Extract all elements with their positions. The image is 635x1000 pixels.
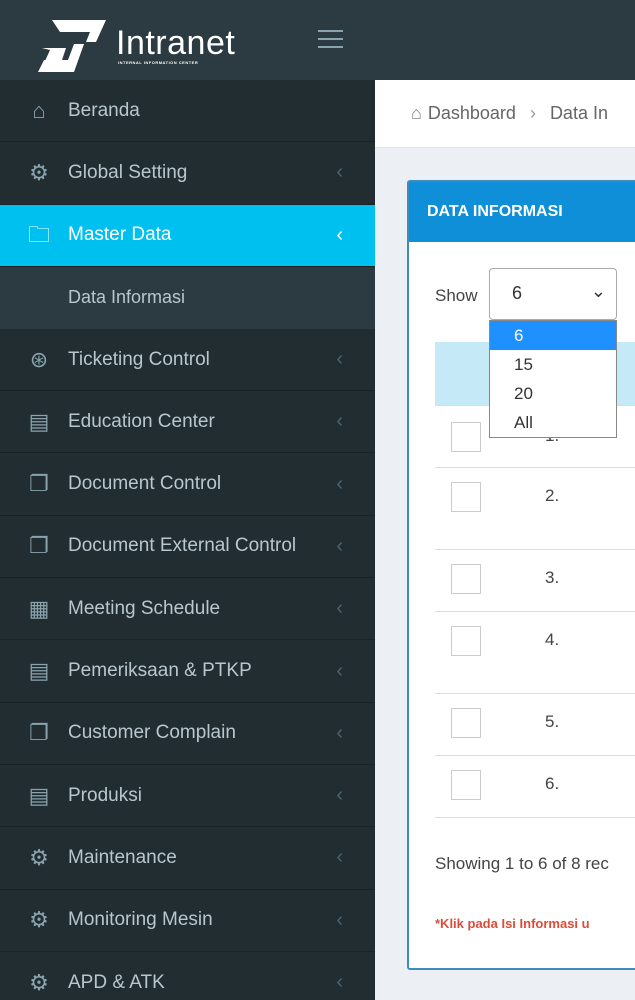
page-size-option-20[interactable]: 20 xyxy=(490,379,616,408)
sidebar-item-label: Maintenance xyxy=(68,846,177,868)
sidebar-item-label: Beranda xyxy=(68,99,140,121)
row-checkbox[interactable] xyxy=(451,770,481,800)
sidebar-item-ticketing-control[interactable]: ⊛ Ticketing Control ‹ xyxy=(0,329,375,392)
page-size-options: 6 15 20 All xyxy=(489,320,617,438)
sidebar-item-pemeriksaan-ptkp[interactable]: ▤ Pemeriksaan & PTKP ‹ xyxy=(0,640,375,703)
book-icon: ▤ xyxy=(28,408,50,434)
logo-mark-icon xyxy=(38,20,106,72)
table-row[interactable]: 2. xyxy=(435,468,635,550)
row-checkbox[interactable] xyxy=(451,422,481,452)
sidebar-item-label: Global Setting xyxy=(68,161,188,183)
sidebar-item-produksi[interactable]: ▤ Produksi ‹ xyxy=(0,765,375,828)
gear-icon: ⚙ xyxy=(29,907,49,933)
main-content: ⌂ Dashboard › Data In DATA INFORMASI Sho… xyxy=(375,80,635,1000)
sidebar-item-document-control[interactable]: ❐ Document Control ‹ xyxy=(0,453,375,516)
row-number: 2. xyxy=(545,486,560,505)
chevron-left-icon: ‹ xyxy=(336,908,343,931)
table-row[interactable]: 6. xyxy=(435,756,635,818)
row-number: 3. xyxy=(545,568,560,587)
table-row[interactable]: 5. xyxy=(435,694,635,756)
chevron-left-icon: ‹ xyxy=(336,472,343,495)
page-size-select[interactable]: 6 ⌄ xyxy=(489,268,617,320)
chevron-left-icon: ‹ xyxy=(336,721,343,744)
documents-icon: ❐ xyxy=(29,471,49,497)
sidebar-subitem-data-informasi[interactable]: Data Informasi xyxy=(0,266,375,329)
row-checkbox[interactable] xyxy=(451,708,481,738)
table-row[interactable]: 3. xyxy=(435,550,635,612)
box-title: DATA INFORMASI xyxy=(409,182,635,242)
sidebar-item-label: Pemeriksaan & PTKP xyxy=(68,660,252,682)
chevron-left-icon: ‹ xyxy=(336,659,343,682)
sidebar-item-label: Document External Control xyxy=(68,535,297,557)
table-row[interactable]: 4. xyxy=(435,612,635,694)
sidebar-item-monitoring-mesin[interactable]: ⚙ Monitoring Mesin ‹ xyxy=(0,890,375,952)
brand-tagline: INTERNAL INFORMATION CENTER xyxy=(118,60,199,65)
folder-icon: 🗀 xyxy=(27,222,50,248)
data-informasi-box: DATA INFORMASI Show 6 ⌄ 6 15 20 All 1. 2… xyxy=(407,180,635,970)
gear-icon: ⚙ xyxy=(29,844,49,870)
sidebar-item-meeting-schedule[interactable]: ▦ Meeting Schedule ‹ xyxy=(0,578,375,641)
sidebar-item-label: Produksi xyxy=(68,784,142,806)
documents-icon: ❐ xyxy=(29,533,49,559)
row-checkbox[interactable] xyxy=(451,482,481,512)
sidebar-item-education-center[interactable]: ▤ Education Center ‹ xyxy=(0,391,375,454)
breadcrumb-dashboard[interactable]: Dashboard xyxy=(428,103,516,124)
sidebar-item-label: Ticketing Control xyxy=(68,348,210,370)
sidebar-item-document-external-control[interactable]: ❐ Document External Control ‹ xyxy=(0,516,375,579)
chevron-left-icon: ‹ xyxy=(336,410,343,433)
chevron-left-icon: ‹ xyxy=(336,161,343,184)
sidebar-item-apd-atk[interactable]: ⚙ APD & ATK ‹ xyxy=(0,952,375,1000)
brand-name: Intranet xyxy=(116,24,236,62)
top-navbar: Intranet INTERNAL INFORMATION CENTER xyxy=(0,0,635,80)
chevron-down-icon: ⌄ xyxy=(590,281,606,301)
sidebar-item-label: Document Control xyxy=(68,473,222,495)
chevron-left-icon: ‹ xyxy=(336,784,343,807)
gear-icon: ⚙ xyxy=(29,159,49,185)
sidebar-item-maintenance[interactable]: ⚙ Maintenance ‹ xyxy=(0,827,375,890)
sidebar-item-label: Customer Complain xyxy=(68,722,236,744)
brand-logo[interactable]: Intranet INTERNAL INFORMATION CENTER xyxy=(38,20,268,72)
page-size-option-all[interactable]: All xyxy=(490,408,616,437)
chevron-left-icon: ‹ xyxy=(336,597,343,620)
sidebar: ⌂ Beranda ⚙ Global Setting ‹ 🗀 Master Da… xyxy=(0,80,375,1000)
row-checkbox[interactable] xyxy=(451,626,481,656)
breadcrumb: ⌂ Dashboard › Data In xyxy=(375,80,635,148)
row-number: 6. xyxy=(545,774,560,793)
sidebar-item-beranda[interactable]: ⌂ Beranda xyxy=(0,80,375,143)
sidebar-toggle-icon[interactable] xyxy=(318,30,343,50)
show-label: Show xyxy=(435,286,478,305)
sidebar-item-customer-complain[interactable]: ❐ Customer Complain ‹ xyxy=(0,703,375,765)
book-icon: ▤ xyxy=(28,782,50,808)
home-icon: ⌂ xyxy=(32,97,46,123)
table-info-text: Showing 1 to 6 of 8 rec xyxy=(435,854,609,873)
documents-icon: ❐ xyxy=(29,720,49,746)
page-size-option-15[interactable]: 15 xyxy=(490,350,616,379)
book-icon: ▤ xyxy=(28,658,50,684)
breadcrumb-current: Data In xyxy=(549,103,608,123)
sidebar-item-label: Master Data xyxy=(68,224,172,246)
row-checkbox[interactable] xyxy=(451,564,481,594)
sidebar-item-label: APD & ATK xyxy=(68,971,165,993)
gear-icon: ⚙ xyxy=(29,969,49,995)
chevron-left-icon: ‹ xyxy=(336,971,343,993)
calendar-icon: ▦ xyxy=(28,595,50,621)
chevron-left-icon: ‹ xyxy=(336,534,343,557)
row-number: 5. xyxy=(545,712,560,731)
sidebar-item-label: Monitoring Mesin xyxy=(68,909,213,931)
chevron-left-icon: ‹ xyxy=(336,348,343,371)
sidebar-item-label: Education Center xyxy=(68,410,215,432)
chevron-left-icon: ‹ xyxy=(336,846,343,869)
row-number: 4. xyxy=(545,630,560,649)
chevron-left-icon: ‹ xyxy=(336,223,343,246)
page-size-value: 6 xyxy=(512,283,523,303)
page-size-option-6[interactable]: 6 xyxy=(490,321,616,350)
info-note: *Klik pada Isi Informasi u xyxy=(435,916,590,931)
sidebar-item-master-data[interactable]: 🗀 Master Data ‹ xyxy=(0,204,375,267)
sidebar-item-label: Meeting Schedule xyxy=(68,597,221,619)
lifebuoy-icon: ⊛ xyxy=(29,346,49,372)
sidebar-item-global-setting[interactable]: ⚙ Global Setting ‹ xyxy=(0,142,375,205)
home-icon: ⌂ xyxy=(411,103,422,123)
breadcrumb-separator-icon: › xyxy=(529,103,536,123)
